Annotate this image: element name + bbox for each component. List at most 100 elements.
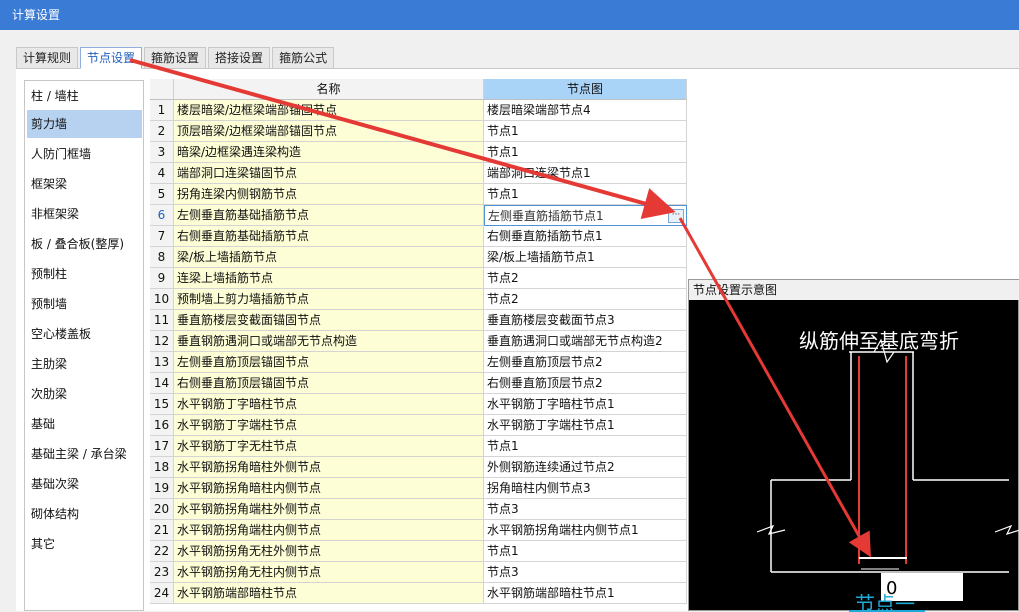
sidebar-item-masonry[interactable]: 砌体结构: [27, 500, 142, 528]
sidebar-item-hollow-slab[interactable]: 空心楼盖板: [27, 320, 142, 348]
row-name: 水平钢筋拐角暗柱外侧节点: [174, 457, 484, 478]
row-node-editor[interactable]: 左侧垂直筋插筋节点1 ···: [484, 205, 687, 226]
table-row[interactable]: 9 连梁上墙插筋节点 节点2: [150, 268, 687, 289]
row-name: 水平钢筋拐角端柱外侧节点: [174, 499, 484, 520]
sidebar-item-main-rib-beam[interactable]: 主肋梁: [27, 350, 142, 378]
tab-calc-rules[interactable]: 计算规则: [16, 47, 79, 69]
row-node-value[interactable]: 节点3: [484, 562, 687, 583]
row-node-value[interactable]: 垂直筋遇洞口或端部无节点构造2: [484, 331, 687, 352]
table-row[interactable]: 16 水平钢筋丁字端柱节点 水平钢筋丁字端柱节点1: [150, 415, 687, 436]
row-node-value[interactable]: 节点1: [484, 184, 687, 205]
row-name: 水平钢筋丁字暗柱节点: [174, 394, 484, 415]
row-name: 顶层暗梁/边框梁端部锚固节点: [174, 121, 484, 142]
sidebar-item-non-frame-beam[interactable]: 非框架梁: [27, 200, 142, 228]
row-name: 水平钢筋拐角无柱内侧节点: [174, 562, 484, 583]
table-row[interactable]: 7 右侧垂直筋基础插筋节点 右侧垂直筋插筋节点1: [150, 226, 687, 247]
row-name: 水平钢筋丁字端柱节点: [174, 415, 484, 436]
row-node-value[interactable]: 楼层暗梁端部节点4: [484, 100, 687, 121]
name-column-header: 名称: [174, 79, 484, 100]
row-node-value[interactable]: 节点2: [484, 268, 687, 289]
sidebar-item-secondary-rib-beam[interactable]: 次肋梁: [27, 380, 142, 408]
table-row[interactable]: 11 垂直筋楼层变截面锚固节点 垂直筋楼层变截面节点3: [150, 310, 687, 331]
table-row[interactable]: 8 梁/板上墙插筋节点 梁/板上墙插筋节点1: [150, 247, 687, 268]
row-node-value[interactable]: 水平钢筋丁字暗柱节点1: [484, 394, 687, 415]
tab-node-settings[interactable]: 节点设置: [80, 47, 143, 69]
table-row[interactable]: 22 水平钢筋拐角无柱外侧节点 节点1: [150, 541, 687, 562]
row-name: 楼层暗梁/边框梁端部锚固节点: [174, 100, 484, 121]
table-row[interactable]: 14 右侧垂直筋顶层锚固节点 右侧垂直筋顶层节点2: [150, 373, 687, 394]
table-row[interactable]: 23 水平钢筋拐角无柱内侧节点 节点3: [150, 562, 687, 583]
row-number-header: [150, 79, 174, 100]
row-node-value[interactable]: 节点2: [484, 289, 687, 310]
sidebar-item-precast-column[interactable]: 预制柱: [27, 260, 142, 288]
table-row[interactable]: 13 左侧垂直筋顶层锚固节点 左侧垂直筋顶层节点2: [150, 352, 687, 373]
row-number: 4: [150, 163, 174, 184]
table-row[interactable]: 19 水平钢筋拐角暗柱内侧节点 拐角暗柱内侧节点3: [150, 478, 687, 499]
sidebar-item-other[interactable]: 其它: [27, 530, 142, 558]
row-node-value[interactable]: 端部洞口连梁节点1: [484, 163, 687, 184]
row-node-value[interactable]: 节点1: [484, 142, 687, 163]
row-number: 19: [150, 478, 174, 499]
row-node-value[interactable]: 外侧钢筋连续通过节点2: [484, 457, 687, 478]
row-name: 左侧垂直筋基础插筋节点: [174, 205, 484, 226]
sidebar-item-foundation-main-beam[interactable]: 基础主梁 / 承台梁: [27, 440, 142, 468]
table-row[interactable]: 20 水平钢筋拐角端柱外侧节点 节点3: [150, 499, 687, 520]
table-row[interactable]: 5 拐角连梁内侧钢筋节点 节点1: [150, 184, 687, 205]
sidebar-item-precast-wall[interactable]: 预制墙: [27, 290, 142, 318]
row-number: 1: [150, 100, 174, 121]
row-node-value[interactable]: 拐角暗柱内侧节点3: [484, 478, 687, 499]
table-row[interactable]: 1 楼层暗梁/边框梁端部锚固节点 楼层暗梁端部节点4: [150, 100, 687, 121]
sidebar-item-slab[interactable]: 板 / 叠合板(整厚): [27, 230, 142, 258]
table-row[interactable]: 2 顶层暗梁/边框梁端部锚固节点 节点1: [150, 121, 687, 142]
row-node-value[interactable]: 节点1: [484, 121, 687, 142]
row-name: 暗梁/边框梁遇连梁构造: [174, 142, 484, 163]
row-node-value[interactable]: 梁/板上墙插筋节点1: [484, 247, 687, 268]
table-row[interactable]: 4 端部洞口连梁锚固节点 端部洞口连梁节点1: [150, 163, 687, 184]
table-row[interactable]: 17 水平钢筋丁字无柱节点 节点1: [150, 436, 687, 457]
table-row[interactable]: 18 水平钢筋拐角暗柱外侧节点 外侧钢筋连续通过节点2: [150, 457, 687, 478]
row-number: 17: [150, 436, 174, 457]
row-number: 3: [150, 142, 174, 163]
table-row[interactable]: 12 垂直钢筋遇洞口或端部无节点构造 垂直筋遇洞口或端部无节点构造2: [150, 331, 687, 352]
sidebar-item-foundation-secondary-beam[interactable]: 基础次梁: [27, 470, 142, 498]
sidebar-item-shear-wall[interactable]: 剪力墙: [27, 110, 142, 138]
row-number: 8: [150, 247, 174, 268]
row-node-value[interactable]: 水平钢筋拐角端柱内侧节点1: [484, 520, 687, 541]
row-number: 22: [150, 541, 174, 562]
node-diagram: 纵筋伸至基底弯折 0 节点一: [756, 329, 1019, 612]
preview-title: 节点设置示意图: [689, 280, 1019, 300]
table-row[interactable]: 21 水平钢筋拐角端柱内侧节点 水平钢筋拐角端柱内侧节点1: [150, 520, 687, 541]
row-node-value[interactable]: 水平钢筋端部暗柱节点1: [484, 583, 687, 604]
row-name: 水平钢筋拐角暗柱内侧节点: [174, 478, 484, 499]
sidebar-item-frame-beam[interactable]: 框架梁: [27, 170, 142, 198]
sidebar-item-civil-defense-door[interactable]: 人防门框墙: [27, 140, 142, 168]
more-options-button[interactable]: ···: [668, 209, 684, 223]
row-node-value[interactable]: 左侧垂直筋顶层节点2: [484, 352, 687, 373]
row-number: 14: [150, 373, 174, 394]
row-node-value[interactable]: 右侧垂直筋顶层节点2: [484, 373, 687, 394]
row-number: 6: [150, 205, 174, 226]
table-row[interactable]: 3 暗梁/边框梁遇连梁构造 节点1: [150, 142, 687, 163]
row-node-value[interactable]: 节点3: [484, 499, 687, 520]
row-name: 水平钢筋丁字无柱节点: [174, 436, 484, 457]
node-preview-panel: 节点设置示意图 纵筋伸至基底弯折 0 节点一: [688, 279, 1019, 612]
table-row[interactable]: 10 预制墙上剪力墙插筋节点 节点2: [150, 289, 687, 310]
row-node-value[interactable]: 节点1: [484, 541, 687, 562]
row-node-value[interactable]: 右侧垂直筋插筋节点1: [484, 226, 687, 247]
row-number: 13: [150, 352, 174, 373]
table-row[interactable]: 15 水平钢筋丁字暗柱节点 水平钢筋丁字暗柱节点1: [150, 394, 687, 415]
tab-lap-settings[interactable]: 搭接设置: [208, 47, 271, 69]
row-node-value[interactable]: 垂直筋楼层变截面节点3: [484, 310, 687, 331]
row-node-value[interactable]: 水平钢筋丁字端柱节点1: [484, 415, 687, 436]
row-number: 20: [150, 499, 174, 520]
table-row[interactable]: 24 水平钢筋端部暗柱节点 水平钢筋端部暗柱节点1: [150, 583, 687, 604]
tab-stirrup-formula[interactable]: 箍筋公式: [272, 47, 335, 69]
sidebar-item-column[interactable]: 柱 / 墙柱: [27, 82, 142, 110]
sidebar-item-foundation[interactable]: 基础: [27, 410, 142, 438]
row-number: 5: [150, 184, 174, 205]
row-number: 21: [150, 520, 174, 541]
table-row-selected[interactable]: 6 左侧垂直筋基础插筋节点 左侧垂直筋插筋节点1 ···: [150, 205, 687, 226]
row-node-value[interactable]: 节点1: [484, 436, 687, 457]
node-column-header: 节点图: [484, 79, 687, 100]
tab-stirrup-settings[interactable]: 箍筋设置: [144, 47, 207, 69]
